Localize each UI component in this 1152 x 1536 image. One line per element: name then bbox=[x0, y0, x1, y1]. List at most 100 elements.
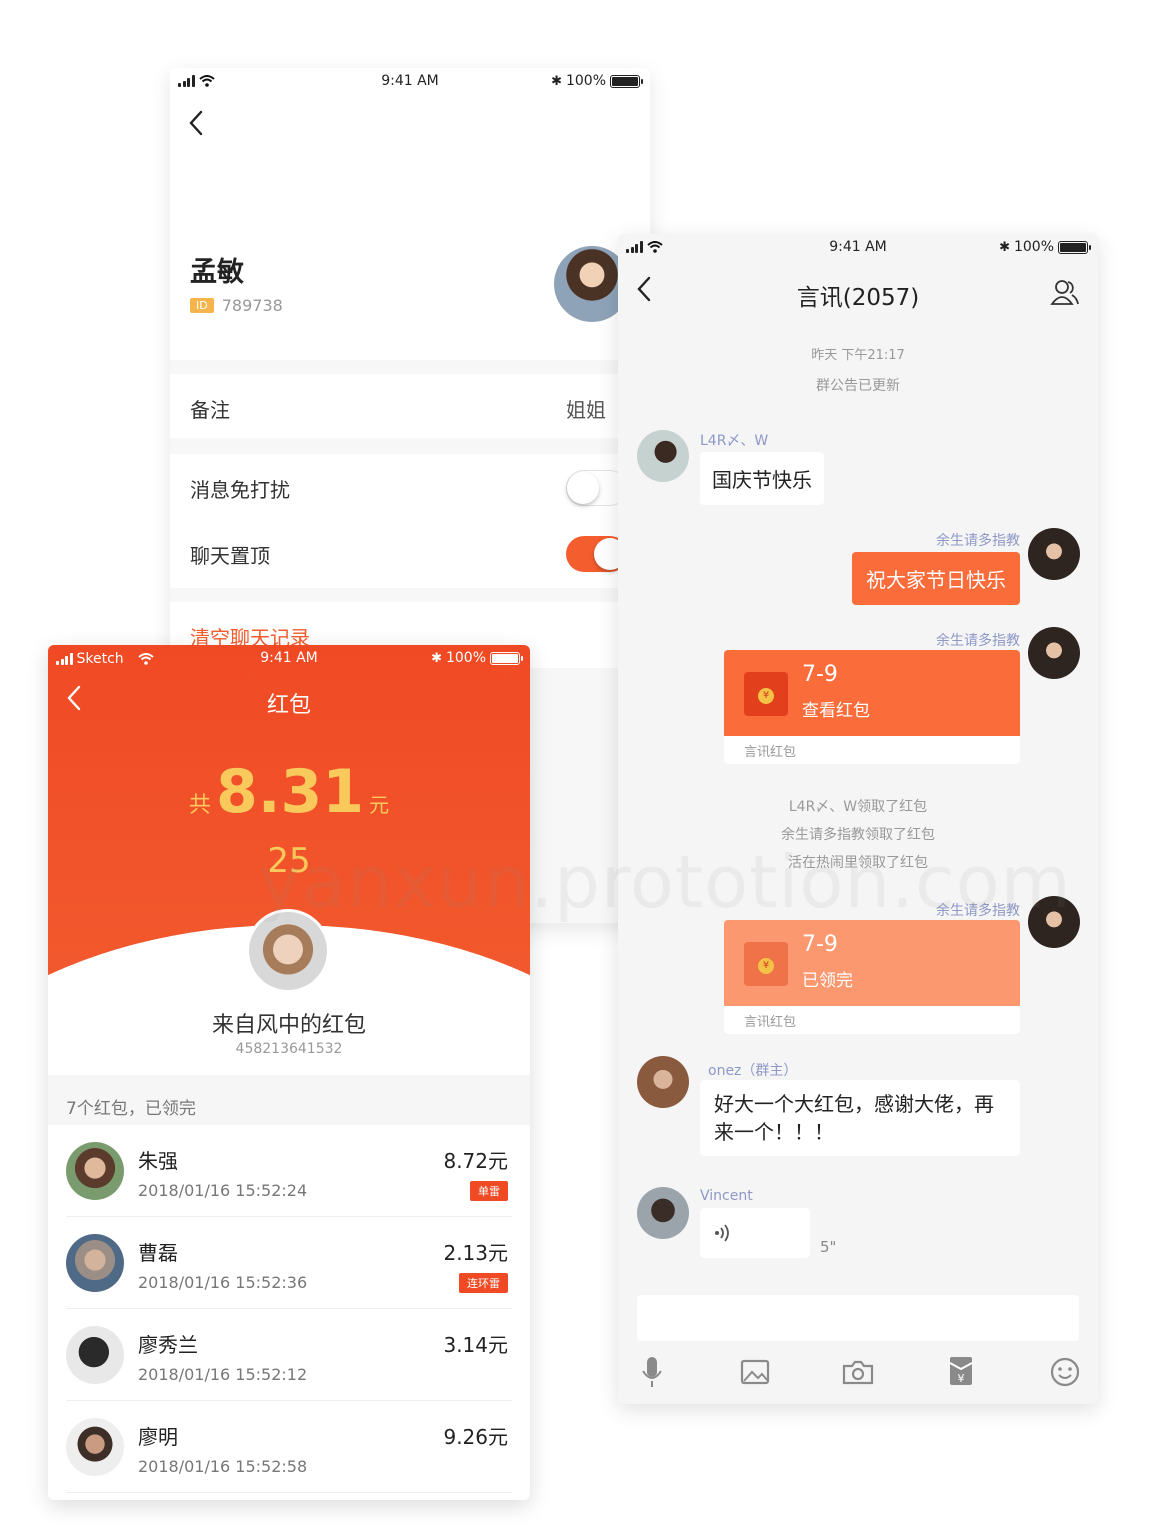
contact-name: 孟敏 bbox=[190, 257, 244, 288]
claim-notice: 余生请多指教领取了红包 bbox=[781, 827, 935, 843]
voice-wave-icon bbox=[714, 1223, 732, 1243]
status-bar: Sketch 9:41 AM ✱ 100% bbox=[48, 645, 530, 675]
status-bar: 9:41 AM ✱ 100% bbox=[170, 68, 650, 98]
message-bubble[interactable]: 国庆节快乐 bbox=[700, 452, 824, 505]
remark-row[interactable]: 备注 姐姐 bbox=[170, 374, 650, 438]
message-line: 来一个！！！ bbox=[714, 1120, 834, 1144]
message-input[interactable] bbox=[637, 1295, 1079, 1341]
image-icon[interactable] bbox=[740, 1359, 770, 1385]
red-packet-card[interactable]: ¥ 7-9 查看红包 言讯红包 bbox=[724, 650, 1020, 764]
group-members-icon[interactable] bbox=[1050, 278, 1080, 306]
message-line: 好大一个大红包，感谢大佬，再 bbox=[714, 1092, 994, 1116]
sender-name: 来自风中的红包 bbox=[211, 1013, 366, 1038]
sender-avatar[interactable] bbox=[246, 909, 330, 993]
message-bubble[interactable]: 好大一个大红包，感谢大佬，再 来一个！！！ bbox=[700, 1080, 1020, 1156]
sender-nickname: onez（群主） bbox=[708, 1063, 798, 1079]
receive-amount: 3.14元 bbox=[443, 1333, 508, 1357]
sender-id: 458213641532 bbox=[235, 1041, 343, 1057]
emoji-icon[interactable] bbox=[1050, 1357, 1080, 1387]
receiver-row[interactable]: 曹磊 2018/01/16 15:52:36 2.13元 连环雷 bbox=[66, 1217, 512, 1309]
receive-time: 2018/01/16 15:52:24 bbox=[138, 1181, 308, 1200]
group-chat-screen: 9:41 AM ✱ 100% 言讯(2057) 昨天 下午21:17 群公告已更… bbox=[618, 234, 1098, 1404]
system-time: 昨天 下午21:17 bbox=[811, 348, 905, 363]
red-packet-icon[interactable]: ¥ bbox=[948, 1355, 974, 1387]
receive-amount: 2.13元 bbox=[443, 1241, 508, 1265]
voice-duration: 5" bbox=[820, 1238, 837, 1256]
sender-nickname: Vincent bbox=[700, 1188, 753, 1204]
mine-tag: 单雷 bbox=[470, 1181, 508, 1201]
battery-percent: 100% bbox=[445, 650, 486, 666]
red-packet-title: 7-9 bbox=[802, 662, 838, 687]
svg-text:¥: ¥ bbox=[958, 1372, 965, 1385]
mic-icon[interactable] bbox=[640, 1355, 664, 1389]
receiver-row[interactable]: 廖秀兰 2018/01/16 15:52:12 3.14元 bbox=[66, 1309, 512, 1401]
receiver-avatar bbox=[66, 1142, 124, 1200]
summary-text: 7个红包，已领完 bbox=[66, 1099, 196, 1119]
receive-time: 2018/01/16 15:52:12 bbox=[138, 1365, 308, 1384]
back-arrow-icon[interactable] bbox=[188, 110, 204, 136]
battery-icon bbox=[490, 651, 523, 665]
battery-icon bbox=[610, 74, 643, 88]
total-value: 8.31 bbox=[215, 757, 365, 827]
battery-percent: 100% bbox=[565, 73, 606, 89]
receive-amount: 9.26元 bbox=[443, 1425, 508, 1449]
bluetooth-icon: ✱ bbox=[431, 650, 442, 666]
own-message-bubble[interactable]: 祝大家节日快乐 bbox=[852, 552, 1020, 605]
remark-label: 备注 bbox=[190, 398, 230, 422]
chat-toolbar: ¥ bbox=[618, 1349, 1098, 1399]
voice-message-bubble[interactable] bbox=[700, 1208, 810, 1258]
self-avatar[interactable] bbox=[1028, 896, 1080, 948]
red-envelope-icon: ¥ bbox=[744, 942, 788, 986]
bluetooth-icon: ✱ bbox=[551, 73, 562, 89]
receiver-name: 廖秀兰 bbox=[138, 1333, 198, 1357]
red-envelope-icon: ¥ bbox=[744, 672, 788, 716]
remark-value: 姐姐 bbox=[566, 398, 606, 422]
receiver-avatar bbox=[66, 1418, 124, 1476]
receiver-avatar bbox=[66, 1234, 124, 1292]
self-nickname: 余生请多指教 bbox=[936, 533, 1020, 549]
sender-nickname: L4R〆、W bbox=[700, 433, 769, 449]
chat-title: 言讯(2057) bbox=[796, 285, 920, 311]
bluetooth-icon: ✱ bbox=[999, 239, 1010, 255]
page-title: 红包 bbox=[266, 693, 311, 718]
receiver-row[interactable]: 朱强 2018/01/16 15:52:24 8.72元 单雷 bbox=[66, 1125, 512, 1217]
summary-bar: 7个红包，已领完 bbox=[48, 1075, 530, 1125]
receiver-name: 朱强 bbox=[138, 1149, 178, 1173]
dnd-label: 消息免打扰 bbox=[190, 478, 290, 502]
red-packet-footer: 言讯红包 bbox=[744, 1015, 797, 1030]
packet-count: 25 bbox=[267, 841, 311, 881]
total-unit: 元 bbox=[369, 793, 390, 817]
red-packet-card-claimed[interactable]: ¥ 7-9 已领完 言讯红包 bbox=[724, 920, 1020, 1034]
self-avatar[interactable] bbox=[1028, 627, 1080, 679]
receiver-name: 曹磊 bbox=[138, 1241, 178, 1265]
receive-time: 2018/01/16 15:52:36 bbox=[138, 1273, 308, 1292]
receiver-row[interactable]: 廖明 2018/01/16 15:52:58 9.26元 bbox=[66, 1401, 512, 1493]
claim-notice: L4R〆、W领取了红包 bbox=[788, 799, 928, 815]
red-packet-footer: 言讯红包 bbox=[744, 745, 797, 760]
receive-amount: 8.72元 bbox=[443, 1149, 508, 1173]
battery-percent: 100% bbox=[1013, 239, 1054, 255]
id-value: 789738 bbox=[221, 296, 283, 315]
total-prefix: 共 bbox=[188, 793, 211, 818]
receive-time: 2018/01/16 15:52:58 bbox=[138, 1457, 308, 1476]
claim-notice: 活在热闹里领取了红包 bbox=[788, 855, 928, 871]
self-avatar[interactable] bbox=[1028, 528, 1080, 580]
chain-mine-tag: 连环雷 bbox=[459, 1273, 508, 1293]
camera-icon[interactable] bbox=[842, 1359, 874, 1385]
red-packet-action: 查看红包 bbox=[802, 701, 870, 721]
status-bar: 9:41 AM ✱ 100% bbox=[618, 234, 1098, 264]
total-amount: 共 8.31 元 bbox=[48, 757, 530, 827]
sender-avatar[interactable] bbox=[637, 430, 689, 482]
sender-avatar[interactable] bbox=[637, 1187, 689, 1239]
toggle-group: 消息免打扰 聊天置顶 bbox=[170, 454, 650, 588]
system-notice: 群公告已更新 bbox=[816, 378, 900, 394]
self-nickname: 余生请多指教 bbox=[936, 903, 1020, 919]
pin-label: 聊天置顶 bbox=[190, 544, 270, 568]
sender-avatar[interactable] bbox=[637, 1056, 689, 1108]
red-packet-title: 7-9 bbox=[802, 932, 838, 957]
id-badge: ID bbox=[190, 298, 214, 313]
red-packet-status: 已领完 bbox=[802, 971, 853, 991]
self-nickname: 余生请多指教 bbox=[936, 633, 1020, 649]
receiver-avatar bbox=[66, 1326, 124, 1384]
red-packet-detail-screen: Sketch 9:41 AM ✱ 100% 红包 共 8.31 元 25 来自风… bbox=[48, 645, 530, 1500]
